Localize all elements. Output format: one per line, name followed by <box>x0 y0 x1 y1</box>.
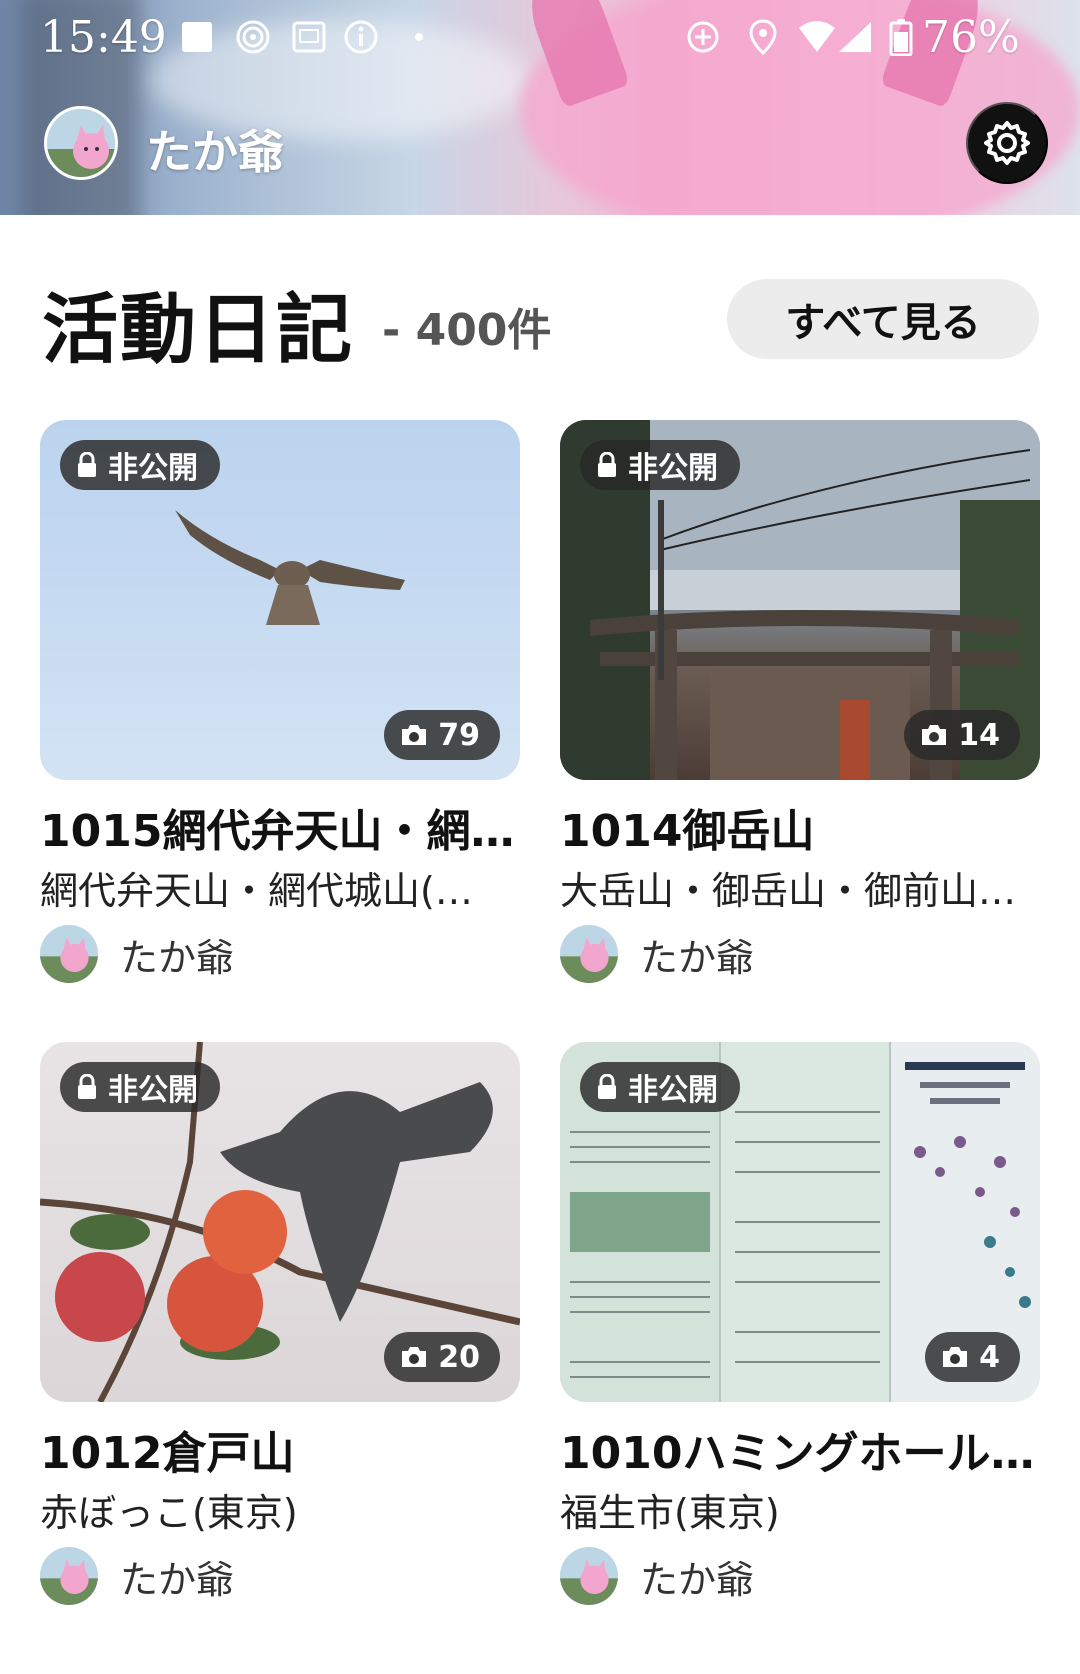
author-name: たか爺 <box>120 935 235 980</box>
private-badge: 非公開 <box>580 440 740 490</box>
author-name: たか爺 <box>640 935 755 980</box>
private-label: 非公開 <box>628 1073 718 1108</box>
private-badge: 非公開 <box>580 1062 740 1112</box>
avatar <box>560 925 618 983</box>
diary-thumbnail[interactable]: 非公開 79 <box>40 420 520 780</box>
profile-avatar[interactable] <box>44 106 118 180</box>
camera-icon <box>941 1345 969 1369</box>
photo-count-badge: 79 <box>384 710 500 760</box>
photo-count: 79 <box>438 717 480 753</box>
camera-icon <box>400 1345 428 1369</box>
lock-icon <box>76 452 98 478</box>
sync-icon <box>684 18 722 56</box>
diary-location: 赤ぼっこ(東京) <box>40 1491 298 1535</box>
profile-header: 15:49 76% たか爺 <box>0 0 1080 215</box>
diary-card[interactable]: 非公開 14 1014御岳山 大岳山・御岳山・御前山… たか爺 <box>560 420 1040 984</box>
status-bar: 15:49 76% <box>0 0 1080 72</box>
settings-button[interactable] <box>966 102 1048 184</box>
author-name: たか爺 <box>120 1557 235 1602</box>
private-badge: 非公開 <box>60 1062 220 1112</box>
avatar <box>560 1547 618 1605</box>
wifi-icon <box>798 18 836 56</box>
diary-thumbnail[interactable]: 非公開 14 <box>560 420 1040 780</box>
diary-title: 1010ハミングホール… <box>560 1428 1035 1479</box>
photo-count-badge: 14 <box>904 710 1020 760</box>
diary-location: 大岳山・御岳山・御前山… <box>560 869 1017 913</box>
avatar <box>40 1547 98 1605</box>
battery-percent: 76% <box>922 12 1020 63</box>
private-label: 非公開 <box>108 1073 198 1108</box>
diary-thumbnail[interactable]: 非公開 20 <box>40 1042 520 1402</box>
diary-author[interactable]: たか爺 <box>560 924 1040 984</box>
screen-icon <box>290 18 328 56</box>
notification-square-icon <box>178 18 216 56</box>
camera-icon <box>920 723 948 747</box>
battery-icon <box>882 18 920 56</box>
diary-card[interactable]: 非公開 20 1012倉戸山 赤ぼっこ(東京) たか爺 <box>40 1042 520 1606</box>
private-badge: 非公開 <box>60 440 220 490</box>
cast-icon <box>234 18 272 56</box>
diary-location: 福生市(東京) <box>560 1491 780 1535</box>
camera-icon <box>400 723 428 747</box>
diary-card[interactable]: 非公開 79 1015網代弁天山・網… 網代弁天山・網代城山(… たか爺 <box>40 420 520 984</box>
photo-count-badge: 20 <box>384 1332 500 1382</box>
avatar <box>40 925 98 983</box>
photo-count: 14 <box>958 717 1000 753</box>
diary-title: 1012倉戸山 <box>40 1428 295 1479</box>
status-time: 15:49 <box>40 12 167 63</box>
diary-location: 網代弁天山・網代城山(… <box>40 869 473 913</box>
signal-icon <box>836 18 874 56</box>
diary-title: 1015網代弁天山・網… <box>40 806 515 857</box>
private-label: 非公開 <box>628 451 718 486</box>
author-name: たか爺 <box>640 1557 755 1602</box>
see-all-button[interactable]: すべて見る <box>727 279 1039 359</box>
dot-icon <box>400 18 438 56</box>
photo-count: 4 <box>979 1339 1000 1375</box>
gear-icon <box>982 118 1032 168</box>
photo-count-badge: 4 <box>925 1332 1020 1382</box>
diary-author[interactable]: たか爺 <box>560 1546 1040 1606</box>
diary-author[interactable]: たか爺 <box>40 1546 520 1606</box>
location-icon <box>744 18 782 56</box>
diary-thumbnail[interactable]: 非公開 4 <box>560 1042 1040 1402</box>
section-count: - 400件 <box>382 305 552 356</box>
diary-author[interactable]: たか爺 <box>40 924 520 984</box>
diary-card[interactable]: 非公開 4 1010ハミングホール… 福生市(東京) たか爺 <box>560 1042 1040 1606</box>
private-label: 非公開 <box>108 451 198 486</box>
photo-count: 20 <box>438 1339 480 1375</box>
section-title: 活動日記 <box>42 285 354 374</box>
info-icon <box>342 18 380 56</box>
lock-icon <box>76 1074 98 1100</box>
profile-username: たか爺 <box>146 125 284 179</box>
lock-icon <box>596 452 618 478</box>
diary-title: 1014御岳山 <box>560 806 815 857</box>
lock-icon <box>596 1074 618 1100</box>
